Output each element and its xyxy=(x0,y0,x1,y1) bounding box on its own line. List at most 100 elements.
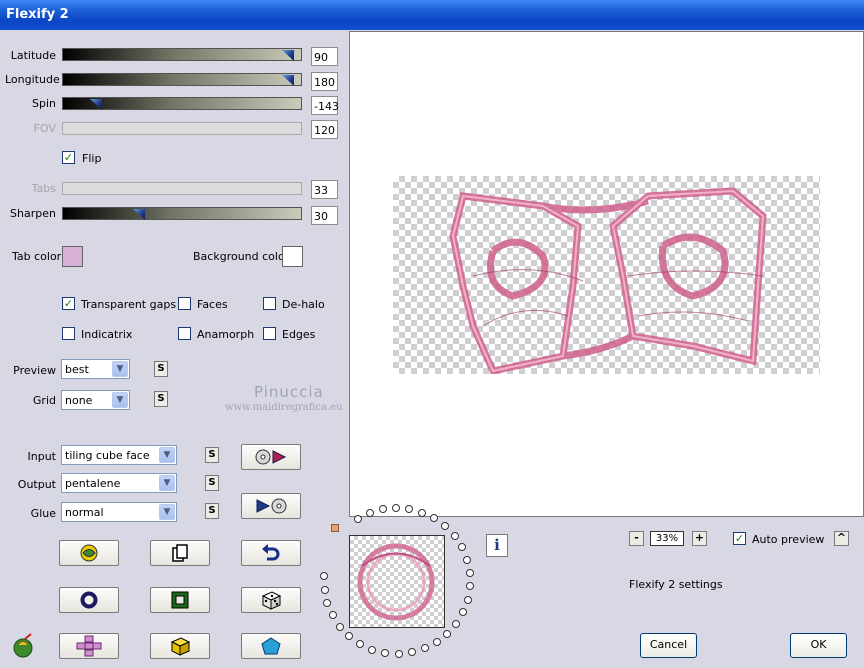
input-s-button[interactable]: S xyxy=(205,447,219,463)
navigator-dot[interactable] xyxy=(356,640,365,649)
navigator-dot[interactable] xyxy=(353,515,362,524)
navigator-thumbnail[interactable] xyxy=(349,535,445,628)
tabs-label: Tabs xyxy=(31,182,56,195)
copy-to-output-button[interactable] xyxy=(241,444,301,470)
auto-preview-label: Auto preview xyxy=(752,533,825,546)
navigator-dot[interactable] xyxy=(462,555,471,564)
navigator-dot[interactable] xyxy=(323,598,332,607)
navigator-dot[interactable] xyxy=(368,645,377,654)
grid-select[interactable]: none ▼ xyxy=(61,390,130,410)
input-select[interactable]: tiling cube face ▼ xyxy=(61,445,177,465)
sharpen-slider[interactable] xyxy=(62,207,302,220)
dice-button[interactable] xyxy=(241,587,301,613)
longitude-input[interactable]: 180 xyxy=(311,72,338,91)
navigator-dot[interactable] xyxy=(465,568,474,577)
indicatrix-checkbox[interactable] xyxy=(62,327,75,340)
faces-checkbox[interactable] xyxy=(178,297,191,310)
glue-s-button[interactable]: S xyxy=(205,503,219,519)
navigator-dot[interactable] xyxy=(430,514,439,523)
longitude-slider[interactable] xyxy=(62,73,302,86)
chevron-down-icon[interactable]: ▼ xyxy=(159,475,175,491)
navigator-dot[interactable] xyxy=(345,632,354,641)
spin-input[interactable]: -143 xyxy=(311,96,339,115)
preview-canvas[interactable] xyxy=(349,31,864,517)
navigator-dot[interactable] xyxy=(450,532,459,541)
cancel-button[interactable]: Cancel xyxy=(640,633,697,658)
random-preset-button[interactable] xyxy=(59,540,119,566)
navigator-dot[interactable] xyxy=(432,638,441,647)
undo-button[interactable] xyxy=(241,540,301,566)
ok-button[interactable]: OK xyxy=(790,633,847,658)
sharpen-input[interactable]: 30 xyxy=(311,206,338,225)
spin-slider-thumb[interactable] xyxy=(90,99,102,110)
pentagon-button[interactable] xyxy=(241,633,301,659)
navigator-dot[interactable] xyxy=(458,608,467,617)
tabs-input[interactable]: 33 xyxy=(311,180,338,199)
fov-input[interactable]: 120 xyxy=(311,120,338,139)
navigator-dot[interactable] xyxy=(320,572,329,581)
chevron-down-icon[interactable]: ▼ xyxy=(112,392,128,408)
flip-label: Flip xyxy=(82,152,102,165)
copy-to-input-button[interactable] xyxy=(241,493,301,519)
tabs-slider xyxy=(62,182,302,195)
ring-button[interactable] xyxy=(59,587,119,613)
zoom-level[interactable]: 33% xyxy=(650,531,684,546)
navigator-dot[interactable] xyxy=(463,595,472,604)
checkmark-icon: ✓ xyxy=(63,297,74,310)
background-color-swatch[interactable] xyxy=(282,246,303,267)
plugin-logo-icon xyxy=(13,633,33,658)
glue-select[interactable]: normal ▼ xyxy=(61,502,177,522)
ring-icon xyxy=(80,591,98,609)
faces-label: Faces xyxy=(197,298,228,311)
chevron-down-icon[interactable]: ▼ xyxy=(159,504,175,520)
tab-color-swatch[interactable] xyxy=(62,246,83,267)
latitude-slider[interactable] xyxy=(62,48,302,61)
settings-name: Flexify 2 settings xyxy=(629,578,723,591)
frame-button[interactable] xyxy=(150,587,210,613)
transparent-gaps-label: Transparent gaps xyxy=(81,298,177,311)
navigator-dot[interactable] xyxy=(452,619,461,628)
sharpen-slider-thumb[interactable] xyxy=(133,209,145,220)
anamorph-checkbox[interactable] xyxy=(178,327,191,340)
dehalo-checkbox[interactable] xyxy=(263,297,276,310)
zoom-out-button[interactable]: - xyxy=(629,531,644,546)
navigator-dot[interactable] xyxy=(408,648,417,657)
flip-checkbox[interactable]: ✓ xyxy=(62,151,75,164)
preview-s-button[interactable]: S xyxy=(154,361,168,377)
navigator-dot[interactable] xyxy=(392,504,401,512)
grid-s-button[interactable]: S xyxy=(154,391,168,407)
edges-checkbox[interactable] xyxy=(263,327,276,340)
fov-slider xyxy=(62,122,302,135)
longitude-slider-thumb[interactable] xyxy=(282,75,294,86)
auto-preview-checkbox[interactable]: ✓ xyxy=(733,532,746,545)
preview-select[interactable]: best ▼ xyxy=(61,359,130,379)
navigator-dot[interactable] xyxy=(441,522,450,531)
navigator-dot[interactable] xyxy=(381,649,390,658)
copy-button[interactable] xyxy=(150,540,210,566)
navigator-handle[interactable] xyxy=(331,524,339,532)
navigator-dot[interactable] xyxy=(457,543,466,552)
navigator-dot[interactable] xyxy=(328,611,337,620)
output-s-button[interactable]: S xyxy=(205,475,219,491)
chevron-down-icon[interactable]: ▼ xyxy=(159,447,175,463)
cross-button[interactable] xyxy=(59,633,119,659)
navigator-dot[interactable] xyxy=(335,622,344,631)
spin-slider[interactable] xyxy=(62,97,302,110)
zoom-in-button[interactable]: + xyxy=(692,531,707,546)
navigator-dot[interactable] xyxy=(465,582,474,591)
cube-button[interactable] xyxy=(150,633,210,659)
transparent-gaps-checkbox[interactable]: ✓ xyxy=(62,297,75,310)
chevron-down-icon[interactable]: ▼ xyxy=(112,361,128,377)
collapse-button[interactable]: ^ xyxy=(834,531,849,546)
anamorph-label: Anamorph xyxy=(197,328,255,341)
input-select-value: tiling cube face xyxy=(65,449,150,462)
navigator-dot[interactable] xyxy=(418,508,427,517)
output-select[interactable]: pentalene ▼ xyxy=(61,473,177,493)
navigator-dot[interactable] xyxy=(320,585,329,594)
latitude-input[interactable]: 90 xyxy=(311,47,338,66)
navigator-dot[interactable] xyxy=(443,629,452,638)
latitude-slider-thumb[interactable] xyxy=(282,50,294,61)
navigator-dot[interactable] xyxy=(394,649,403,658)
info-button[interactable]: i xyxy=(486,534,508,557)
navigator-dot[interactable] xyxy=(420,644,429,653)
